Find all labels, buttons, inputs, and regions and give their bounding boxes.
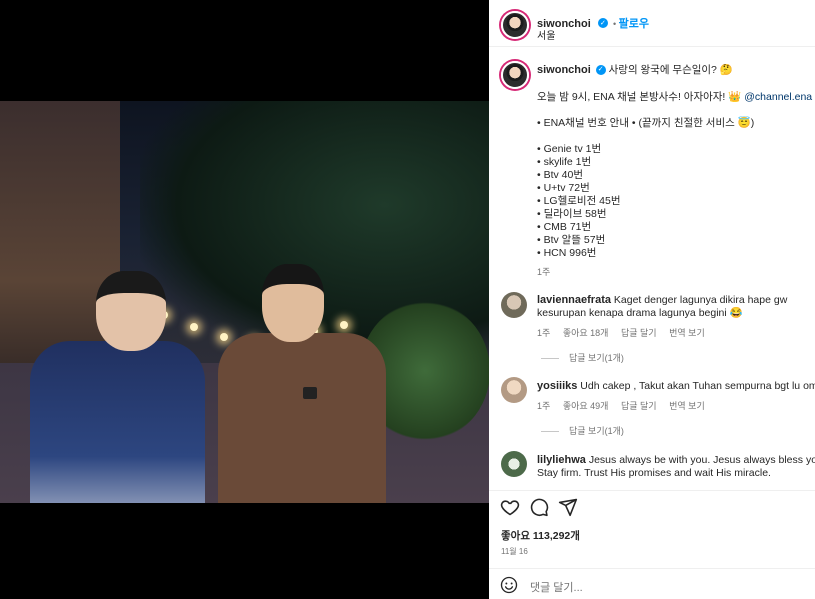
post-location[interactable]: 서울 bbox=[537, 27, 555, 42]
commenter-avatar[interactable] bbox=[501, 451, 527, 477]
commenter-avatar[interactable] bbox=[501, 292, 527, 318]
person-left-head bbox=[96, 271, 166, 351]
share-icon[interactable] bbox=[558, 497, 578, 517]
channel-item: • HCN 996번 bbox=[537, 247, 597, 259]
comment-input[interactable]: 댓글 달기... bbox=[530, 579, 583, 595]
comment-composer: 댓글 달기... bbox=[489, 568, 815, 599]
caption-author-username[interactable]: siwonchoi bbox=[537, 64, 591, 76]
translate-button[interactable]: 번역 보기 bbox=[669, 328, 705, 338]
comment-text: Kaget denger lagunya dikira hape gw bbox=[613, 294, 788, 306]
commenter-avatar[interactable] bbox=[501, 377, 527, 403]
person-right-head bbox=[262, 264, 324, 342]
caption-text: 사랑의 왕국에 무슨일이? 🤔 bbox=[608, 64, 733, 76]
channel-item: • CMB 71번 bbox=[537, 221, 592, 233]
channel-item: • U+tv 72번 bbox=[537, 182, 590, 194]
channel-item: • 딜라이브 58번 bbox=[537, 208, 607, 220]
channel-item: • Btv 40번 bbox=[537, 169, 584, 181]
person-right-sweater bbox=[218, 333, 386, 503]
channel-item: • Genie tv 1번 bbox=[537, 143, 602, 155]
commenter-username[interactable]: laviennaefrata bbox=[537, 294, 611, 306]
caption-line: • ENA채널 번호 안내 • (끝까지 친절한 서비스 😇) bbox=[537, 117, 755, 129]
author-avatar[interactable] bbox=[501, 11, 529, 39]
reply-button[interactable]: 답글 달기 bbox=[621, 401, 657, 411]
post-media bbox=[0, 0, 489, 599]
caption-text: 오늘 밤 9시, ENA 채널 본방사수! 아자아자! 👑 bbox=[537, 91, 742, 103]
follow-button[interactable]: 팔로우 bbox=[619, 18, 649, 30]
post-date[interactable]: 11월 16 bbox=[501, 546, 528, 557]
comment-likes[interactable]: 좋아요 49개 bbox=[563, 401, 609, 411]
comment-body: lilyliehwa Jesus always be with you. Jes… bbox=[537, 454, 815, 467]
post-header: siwonchoi ✓ • 팔로우 서울 bbox=[489, 0, 815, 47]
comment-age[interactable]: 1주 bbox=[537, 401, 550, 411]
channel-item: • LG헬로비전 45번 bbox=[537, 195, 621, 207]
view-replies-button[interactable]: 답글 보기(1개) bbox=[541, 424, 624, 437]
divider-dash bbox=[541, 358, 559, 360]
comment-age[interactable]: 1주 bbox=[537, 328, 550, 338]
channel-item: • Btv 알뜰 57번 bbox=[537, 234, 606, 246]
post-actions: 좋아요 113,292개 11월 16 bbox=[489, 490, 815, 570]
reply-button[interactable]: 답글 달기 bbox=[621, 328, 657, 338]
divider-dash bbox=[541, 431, 559, 433]
post-photo[interactable] bbox=[0, 101, 489, 503]
comment-likes[interactable]: 좋아요 18개 bbox=[563, 328, 609, 338]
commenter-username[interactable]: yosiiiks bbox=[537, 380, 577, 392]
channel-item: • skylife 1번 bbox=[537, 156, 592, 168]
heart-icon[interactable] bbox=[500, 497, 520, 517]
comment-text: Udh cakep , Takut akan Tuhan sempurna bg… bbox=[580, 380, 815, 392]
comment-body: yosiiiks Udh cakep , Takut akan Tuhan se… bbox=[537, 380, 815, 393]
view-replies-button[interactable]: 답글 보기(1개) bbox=[541, 351, 624, 364]
view-replies-label: 답글 보기(1개) bbox=[569, 353, 624, 363]
emoji-icon[interactable] bbox=[500, 576, 520, 596]
comment-text: kesurupan kenapa drama lagunya begini 😂 bbox=[537, 307, 743, 319]
comment-meta: 1주 좋아요 49개 답글 달기 번역 보기 bbox=[537, 399, 705, 412]
comment-body: laviennaefrata Kaget denger lagunya diki… bbox=[537, 294, 787, 307]
translate-button[interactable]: 번역 보기 bbox=[669, 401, 705, 411]
like-count[interactable]: 좋아요 113,292개 bbox=[501, 528, 580, 543]
caption-author-avatar[interactable] bbox=[501, 61, 529, 89]
view-replies-label: 답글 보기(1개) bbox=[569, 426, 624, 436]
mention-link[interactable]: @channel.ena bbox=[744, 91, 812, 103]
comment-text: Stay firm. Trust His promises and wait H… bbox=[537, 467, 771, 479]
comment-text: Jesus always be with you. Jesus always b… bbox=[588, 454, 815, 466]
comment-icon[interactable] bbox=[529, 497, 549, 517]
comment-meta: 1주 좋아요 18개 답글 달기 번역 보기 bbox=[537, 326, 705, 339]
caption-first-line: siwonchoi ✓ 사랑의 왕국에 무슨일이? 🤔 bbox=[537, 64, 733, 77]
caption-timestamp[interactable]: 1주 bbox=[537, 265, 550, 278]
person-left-sweater bbox=[30, 341, 205, 503]
verified-badge-icon: ✓ bbox=[595, 65, 606, 76]
commenter-username[interactable]: lilyliehwa bbox=[537, 454, 586, 466]
caption-line: 오늘 밤 9시, ENA 채널 본방사수! 아자아자! 👑 @channel.e… bbox=[537, 91, 812, 104]
verified-badge-icon: ✓ bbox=[597, 17, 608, 28]
post-side-panel: siwonchoi ✓ • 팔로우 서울 siwonchoi ✓ 사랑의 왕국에… bbox=[489, 0, 815, 599]
sweater-patch bbox=[303, 387, 317, 399]
